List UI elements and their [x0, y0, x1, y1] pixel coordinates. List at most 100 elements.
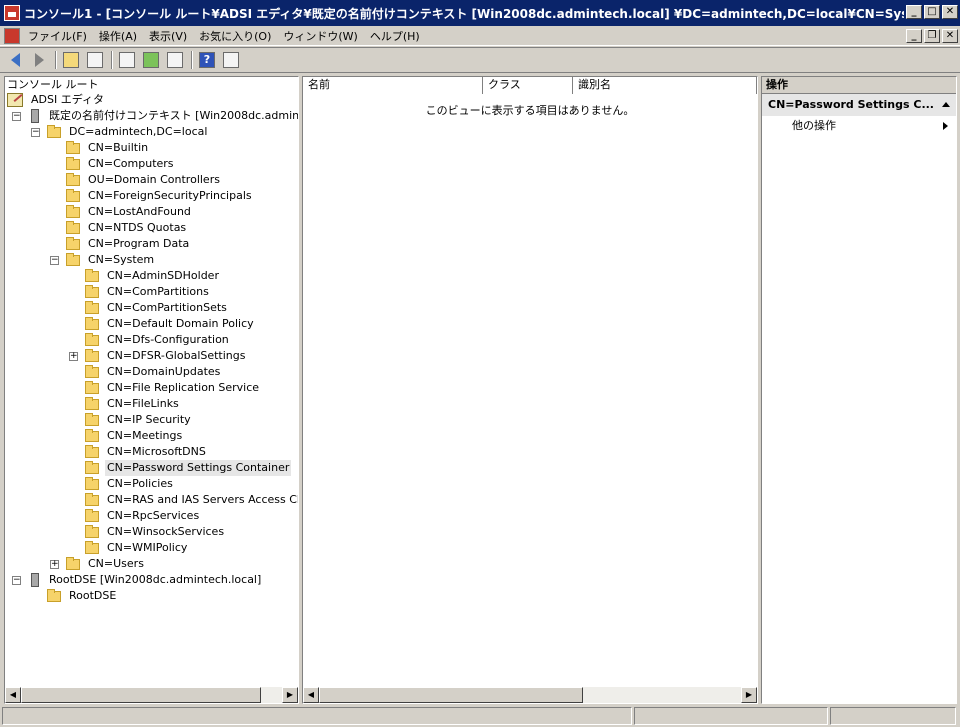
- tree-node-domain-controllers[interactable]: OU=Domain Controllers: [5, 172, 298, 188]
- console-tree: ADSI エディタ − 既定の名前付けコンテキスト [Win2008dc.admi…: [5, 92, 298, 604]
- maximize-button[interactable]: □: [924, 5, 940, 19]
- server-icon: [31, 573, 39, 587]
- close-button[interactable]: ✕: [942, 5, 958, 19]
- export-list-button[interactable]: [164, 49, 186, 71]
- refresh-button[interactable]: [140, 49, 162, 71]
- tree-node-computers[interactable]: CN=Computers: [5, 156, 298, 172]
- tree-node-compartitions[interactable]: CN=ComPartitions: [5, 284, 298, 300]
- mmc-app-icon[interactable]: [4, 5, 20, 21]
- column-header-class[interactable]: クラス: [483, 77, 573, 94]
- properties-button[interactable]: [116, 49, 138, 71]
- tree-root-label[interactable]: コンソール ルート: [5, 77, 298, 92]
- tree-node-rootdse[interactable]: RootDSE: [5, 588, 298, 604]
- expand-toggle-icon[interactable]: +: [69, 351, 78, 361]
- back-button[interactable]: [4, 49, 26, 71]
- actions-title: 操作: [762, 77, 956, 94]
- child-minimize-button[interactable]: _: [906, 29, 922, 43]
- scroll-thumb[interactable]: [21, 687, 261, 703]
- help-button[interactable]: ?: [196, 49, 218, 71]
- tree-node-label: CN=LostAndFound: [88, 205, 191, 218]
- tree-node-builtin[interactable]: CN=Builtin: [5, 140, 298, 156]
- console-document-icon[interactable]: [4, 27, 20, 44]
- column-header-distinguished-name[interactable]: 識別名: [573, 77, 757, 94]
- toolbar-separator: [191, 51, 193, 69]
- menu-file[interactable]: ファイル(F): [22, 26, 93, 46]
- expand-toggle-icon[interactable]: +: [50, 559, 59, 569]
- folder-icon: [66, 156, 80, 170]
- tree-node-ras-and-ias-servers[interactable]: CN=RAS and IAS Servers Access Ch: [5, 492, 298, 508]
- tree-node-label: CN=Dfs-Configuration: [107, 333, 229, 346]
- tree-node-meetings[interactable]: CN=Meetings: [5, 428, 298, 444]
- tree-node-rpcservices[interactable]: CN=RpcServices: [5, 508, 298, 524]
- column-header-name[interactable]: 名前: [303, 77, 483, 94]
- scroll-right-button[interactable]: ▶: [741, 687, 757, 703]
- collapse-toggle-icon[interactable]: −: [12, 111, 21, 121]
- tree-node-default-naming-context[interactable]: − 既定の名前付けコンテキスト [Win2008dc.admintech: [5, 108, 298, 124]
- tree-node-wmipolicy[interactable]: CN=WMIPolicy: [5, 540, 298, 556]
- action-more-actions[interactable]: 他の操作: [762, 116, 956, 136]
- collapse-up-arrow-icon[interactable]: [942, 102, 950, 107]
- scroll-right-button[interactable]: ▶: [282, 687, 298, 703]
- tree-node-password-settings-container[interactable]: CN=Password Settings Container: [5, 460, 298, 476]
- tree-node-domain[interactable]: − DC=admintech,DC=local: [5, 124, 298, 140]
- folder-icon: [47, 588, 61, 602]
- tree-node-microsoftdns[interactable]: CN=MicrosoftDNS: [5, 444, 298, 460]
- tree-node-dfsr-globalsettings[interactable]: + CN=DFSR-GlobalSettings: [5, 348, 298, 364]
- scroll-left-button[interactable]: ◀: [5, 687, 21, 703]
- tree-node-ip-security[interactable]: CN=IP Security: [5, 412, 298, 428]
- collapse-toggle-icon[interactable]: −: [31, 127, 40, 137]
- tree-node-program-data[interactable]: CN=Program Data: [5, 236, 298, 252]
- collapse-toggle-icon[interactable]: −: [12, 575, 21, 585]
- tree-node-system[interactable]: − CN=System: [5, 252, 298, 268]
- scroll-track[interactable]: [319, 687, 741, 703]
- actions-section-label: CN=Password Settings C...: [768, 98, 934, 111]
- folder-icon: [66, 172, 80, 186]
- submenu-arrow-icon: [943, 122, 948, 130]
- tree-node-winsockservices[interactable]: CN=WinsockServices: [5, 524, 298, 540]
- folder-icon: [85, 316, 99, 330]
- tree-node-default-domain-policy[interactable]: CN=Default Domain Policy: [5, 316, 298, 332]
- child-close-button[interactable]: ✕: [942, 29, 958, 43]
- menu-action[interactable]: 操作(A): [93, 26, 143, 46]
- tree-node-lost-and-found[interactable]: CN=LostAndFound: [5, 204, 298, 220]
- tree-node-foreign-security-principals[interactable]: CN=ForeignSecurityPrincipals: [5, 188, 298, 204]
- up-one-level-button[interactable]: [60, 49, 82, 71]
- tree-node-dfs-configuration[interactable]: CN=Dfs-Configuration: [5, 332, 298, 348]
- results-pane[interactable]: 名前 クラス 識別名 このビューに表示する項目はありません。 ◀ ▶: [302, 76, 758, 704]
- help-icon: ?: [199, 52, 215, 68]
- folder-icon: [66, 188, 80, 202]
- window-title: コンソール1 - [コンソール ルート¥ADSI エディタ¥既定の名前付けコンテ…: [24, 6, 904, 21]
- toolbar-separator: [55, 51, 57, 69]
- menu-window[interactable]: ウィンドウ(W): [277, 26, 363, 46]
- tree-node-label: CN=Computers: [88, 157, 174, 170]
- tree-node-compartitionsets[interactable]: CN=ComPartitionSets: [5, 300, 298, 316]
- show-hide-action-pane-button[interactable]: [220, 49, 242, 71]
- menu-view[interactable]: 表示(V): [143, 26, 193, 46]
- tree-node-policies[interactable]: CN=Policies: [5, 476, 298, 492]
- tree-node-domainupdates[interactable]: CN=DomainUpdates: [5, 364, 298, 380]
- minimize-button[interactable]: _: [906, 5, 922, 19]
- tree-node-adminsdholder[interactable]: CN=AdminSDHolder: [5, 268, 298, 284]
- title-bar[interactable]: コンソール1 - [コンソール ルート¥ADSI エディタ¥既定の名前付けコンテ…: [0, 0, 960, 26]
- scroll-left-button[interactable]: ◀: [303, 687, 319, 703]
- menu-favorites[interactable]: お気に入り(O): [193, 26, 277, 46]
- collapse-toggle-icon[interactable]: −: [50, 255, 59, 265]
- tree-node-users[interactable]: + CN=Users: [5, 556, 298, 572]
- forward-icon: [34, 53, 44, 67]
- tree-node-rootdse-connection[interactable]: − RootDSE [Win2008dc.admintech.local]: [5, 572, 298, 588]
- scroll-thumb[interactable]: [319, 687, 583, 703]
- forward-button[interactable]: [28, 49, 50, 71]
- tree-node-ntds-quotas[interactable]: CN=NTDS Quotas: [5, 220, 298, 236]
- child-restore-button[interactable]: ❐: [924, 29, 940, 43]
- show-hide-tree-button[interactable]: [84, 49, 106, 71]
- tree-horizontal-scrollbar[interactable]: ◀ ▶: [5, 687, 298, 703]
- console-tree-pane[interactable]: コンソール ルート ADSI エディタ − 既定の名前付けコンテキスト [Win2…: [4, 76, 299, 704]
- scroll-track[interactable]: [21, 687, 282, 703]
- tree-node-adsi-editor[interactable]: ADSI エディタ: [5, 92, 298, 108]
- actions-section-header[interactable]: CN=Password Settings C...: [762, 94, 956, 116]
- tree-node-filelinks[interactable]: CN=FileLinks: [5, 396, 298, 412]
- tree-node-label: CN=Builtin: [88, 141, 149, 154]
- menu-help[interactable]: ヘルプ(H): [364, 26, 426, 46]
- tree-node-file-replication-service[interactable]: CN=File Replication Service: [5, 380, 298, 396]
- results-horizontal-scrollbar[interactable]: ◀ ▶: [303, 687, 757, 703]
